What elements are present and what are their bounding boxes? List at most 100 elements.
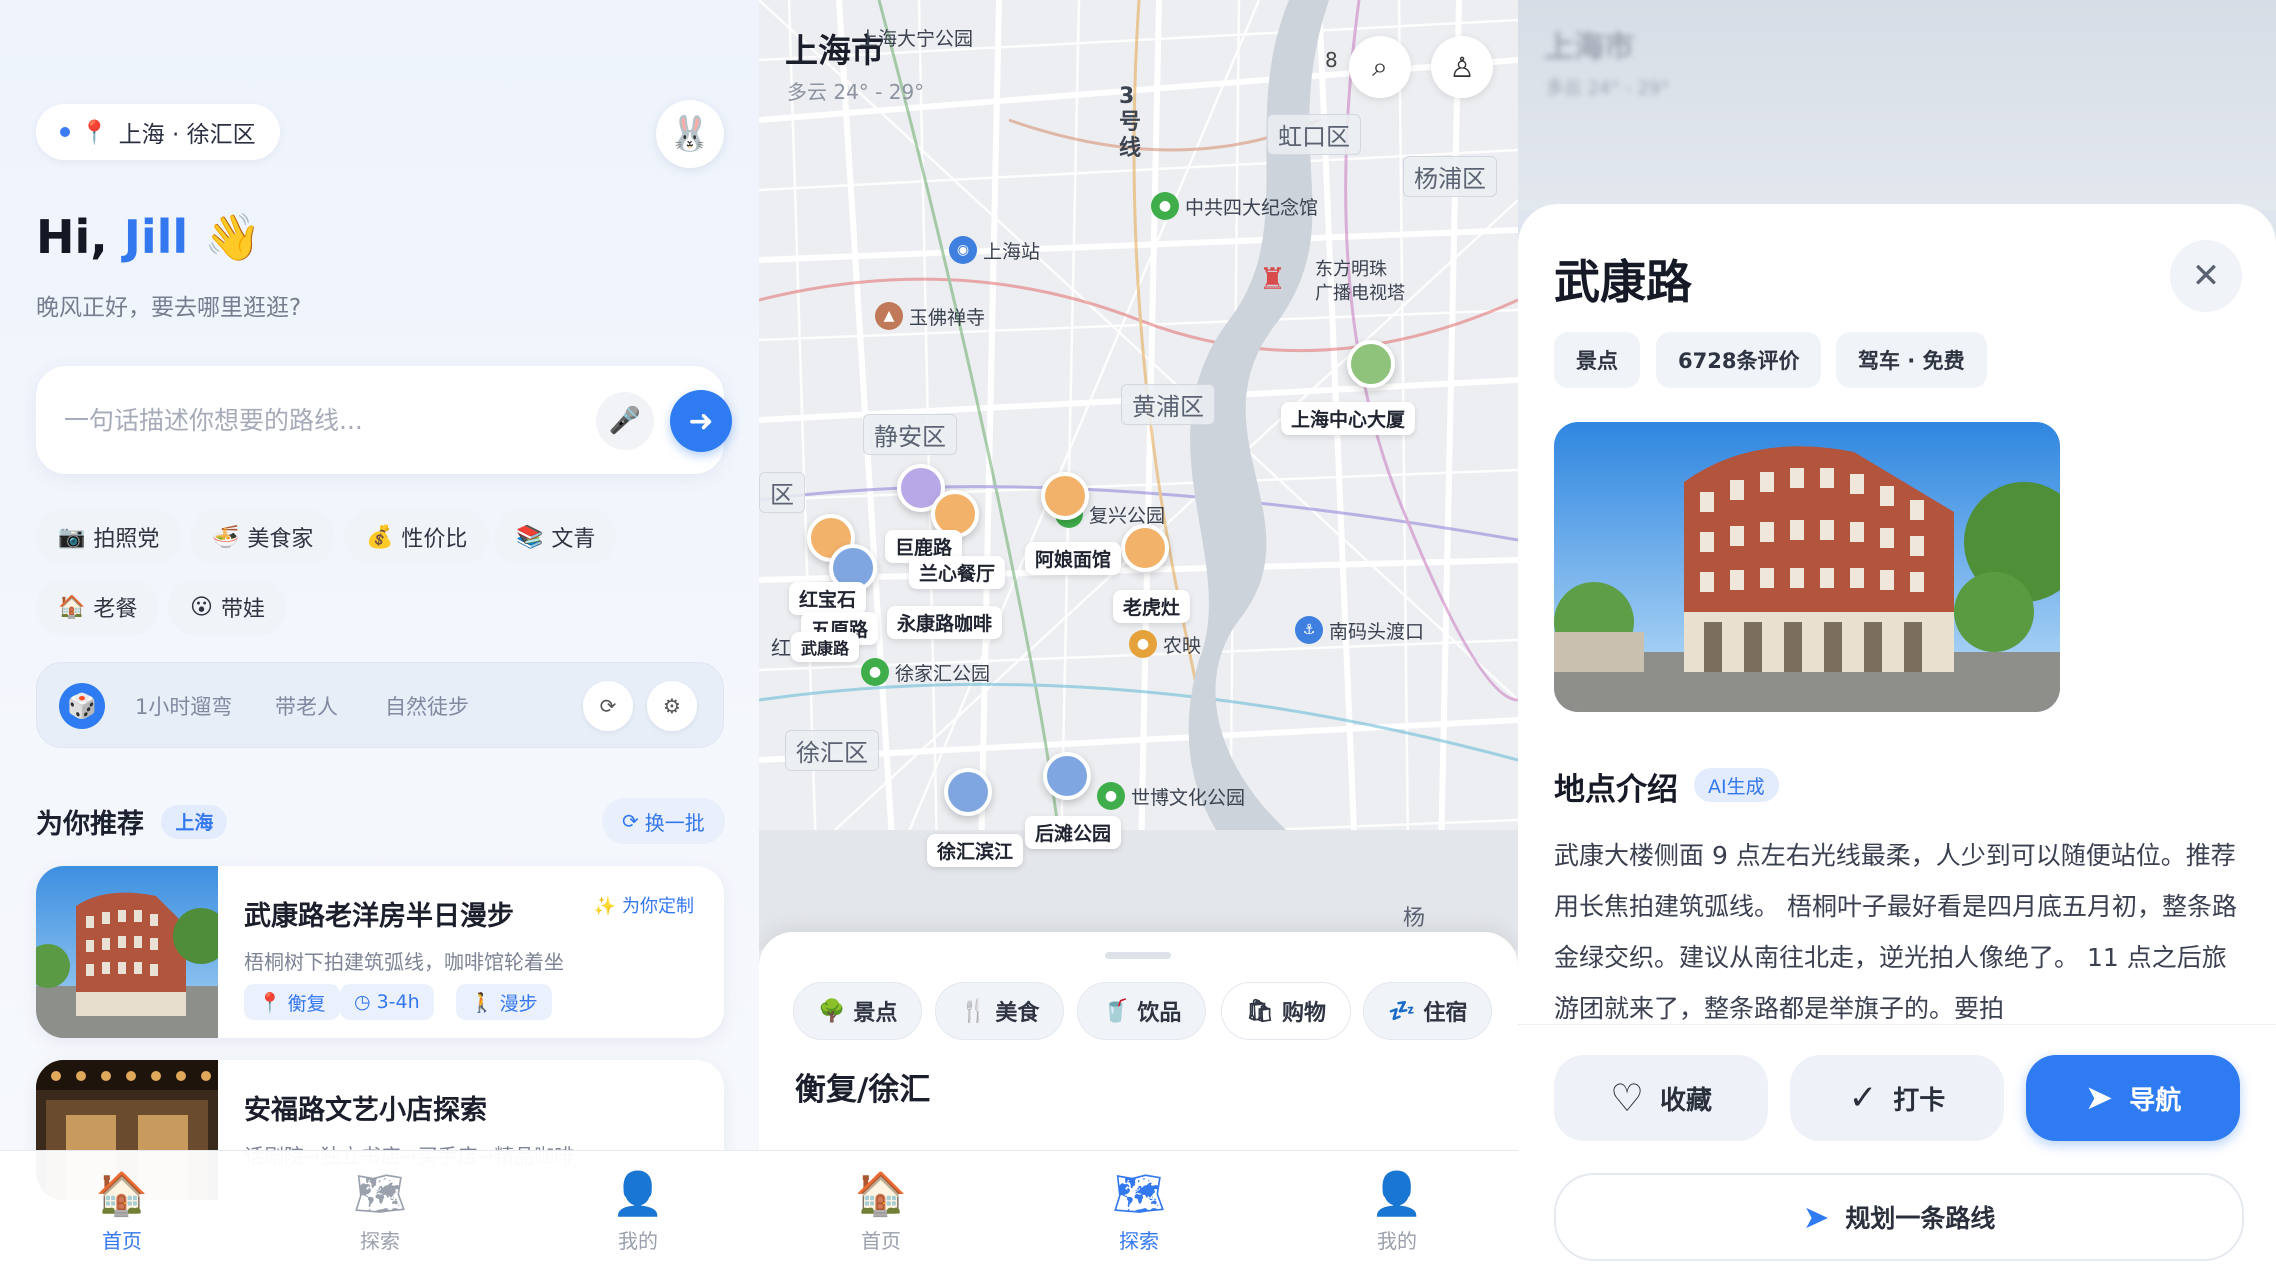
poi-jade-buddha[interactable]: ▲ 玉佛禅寺	[875, 302, 985, 330]
tab-mine[interactable]: 👤 我的	[568, 1169, 708, 1254]
tab-explore[interactable]: 🗺 探索	[1069, 1169, 1209, 1254]
tab-label: 首页	[861, 1229, 901, 1253]
map-marker[interactable]	[944, 768, 992, 816]
send-arrow-button[interactable]: ➜	[670, 390, 732, 452]
place-description: 武康大楼侧面 9 点左右光线最柔，人少到可以随便站位。推荐用长焦拍建筑弧线。 梧…	[1554, 841, 2237, 1023]
user-icon[interactable]: ♙	[1431, 36, 1493, 98]
tab-home[interactable]: 🏠 首页	[52, 1169, 192, 1254]
category-scenic[interactable]: 🌳 景点	[793, 982, 923, 1040]
area-title: 衡复/徐汇	[795, 1072, 931, 1108]
fork-knife-icon: 🍴	[960, 998, 988, 1024]
blurred-map-background: 上海市 多云 24° - 29°	[1518, 0, 2276, 210]
navigate-button[interactable]: ➤ 导航	[2026, 1055, 2240, 1141]
user-name: Jill	[123, 210, 189, 264]
detail-panel: 武康路 ✕ 景点 6728条评价 驾车 · 免费 地点介绍 AI生成 武康大楼侧…	[1518, 204, 2276, 1280]
category-food[interactable]: 🍴 美食	[935, 982, 1065, 1040]
poi-daning-park[interactable]: 上海大宁公园	[859, 24, 973, 51]
map-label[interactable]: 后滩公园	[1025, 816, 1122, 849]
map-label[interactable]: 红宝石	[789, 582, 867, 615]
map-label[interactable]: 老虎灶	[1113, 590, 1191, 623]
avatar[interactable]: 🐰	[656, 100, 724, 168]
chip-kids[interactable]: 😮 带娃	[168, 578, 287, 636]
map-marker[interactable]	[1347, 340, 1395, 388]
sheet-drag-handle[interactable]	[1105, 952, 1171, 959]
poi-fourth-congress[interactable]: ● 中共四大纪念馆	[1151, 192, 1318, 220]
map-label[interactable]: 阿娘面馆	[1025, 542, 1122, 575]
refresh-icon[interactable]: ⟳	[583, 681, 633, 731]
poi-label: 玉佛禅寺	[909, 306, 986, 329]
tab-mine[interactable]: 👤 我的	[1327, 1169, 1467, 1254]
poi-label: 中共四大纪念馆	[1185, 196, 1319, 219]
plan-route-button[interactable]: ➤ 规划一条路线	[1554, 1173, 2244, 1261]
category-label: 购物	[1281, 1001, 1326, 1026]
gear-icon[interactable]: ⚙	[647, 681, 697, 731]
ghost-weather: 多云 24° - 29°	[1546, 78, 1670, 99]
route-search-box: 🎤 ➜	[36, 366, 732, 474]
place-photo[interactable]	[1554, 422, 2060, 712]
refresh-batch-button[interactable]: ⟳ 换一批	[602, 798, 725, 844]
poi-shanghai-station[interactable]: ◉ 上海站	[949, 236, 1040, 264]
map-marker[interactable]	[1121, 524, 1169, 572]
route-search-input[interactable]	[64, 396, 564, 444]
quick-option-elderly[interactable]: 带老人	[275, 691, 338, 721]
anchor-icon: ⚓	[1295, 616, 1323, 644]
drink-icon: 🥤	[1102, 998, 1130, 1024]
district-label: 区	[759, 472, 805, 513]
books-icon: 📚	[516, 524, 544, 550]
tab-explore[interactable]: 🗺 探索	[310, 1169, 450, 1254]
category-lodging[interactable]: 💤 住宿	[1363, 982, 1493, 1040]
poi-nanmatou[interactable]: ⚓ 南码头渡口	[1295, 616, 1424, 644]
poi-pearl-tower[interactable]: 东方明珠 广播电视塔	[1315, 258, 1405, 306]
poi-label: 复兴公园	[1089, 504, 1166, 527]
chip-value[interactable]: 💰 性价比	[344, 508, 490, 566]
tab-label: 探索	[1119, 1229, 1159, 1253]
chip-label: 性价比	[401, 527, 468, 552]
food-icon: ●	[1129, 630, 1157, 658]
person-icon: 👤	[611, 1169, 665, 1218]
refresh-label: 换一批	[644, 810, 705, 835]
duration-tag: ◷ 3-4h	[340, 984, 434, 1020]
category-drinks[interactable]: 🥤 饮品	[1077, 982, 1207, 1040]
poi-label: 上海大宁公园	[859, 28, 974, 50]
area-tag: 📍 衡复	[244, 984, 340, 1020]
category-shopping[interactable]: 🛍 购物	[1221, 982, 1351, 1040]
search-icon[interactable]: ⌕	[1349, 36, 1411, 98]
clock-icon: ◷	[354, 991, 371, 1013]
location-pill[interactable]: 📍 上海 · 徐汇区	[36, 104, 280, 160]
map-marker[interactable]	[1041, 472, 1089, 520]
map-marker[interactable]	[1043, 752, 1091, 800]
place-title: 武康路	[1554, 255, 1692, 309]
quick-option-hike[interactable]: 自然徒步	[385, 691, 469, 721]
metro-line-label: 3号线	[1119, 84, 1142, 161]
favorite-button[interactable]: ♡ 收藏	[1554, 1055, 1768, 1141]
map-label[interactable]: 上海中心大厦	[1281, 402, 1416, 435]
chip-food[interactable]: 🍜 美食家	[190, 508, 336, 566]
chip-literary[interactable]: 📚 文青	[494, 508, 618, 566]
route-title: 武康路老洋房半日漫步	[244, 901, 514, 932]
map-weather: 多云 24° - 29°	[787, 80, 925, 104]
quick-option-walk[interactable]: 1小时遛弯	[135, 691, 232, 721]
chip-label: 文青	[551, 527, 596, 552]
map-label[interactable]: 永康路咖啡	[887, 606, 1003, 639]
chip-elderly[interactable]: 🏠 老餐	[36, 578, 160, 636]
close-icon[interactable]: ✕	[2170, 240, 2242, 312]
poi-nongying[interactable]: ● 农映	[1129, 630, 1201, 658]
map-label[interactable]: 徐汇滨江	[927, 834, 1024, 867]
route-card[interactable]: 武康路老洋房半日漫步 ✨ 为你定制 梧桐树下拍建筑弧线，咖啡馆轮着坐 📍 衡复 ◷…	[36, 866, 724, 1038]
poi-xujiahui-park[interactable]: ● 徐家汇公园	[861, 658, 990, 686]
dice-icon[interactable]: 🎲	[59, 683, 105, 729]
chip-label: 老餐	[93, 597, 138, 622]
microphone-icon[interactable]: 🎤	[596, 392, 654, 450]
map-label[interactable]: 兰心餐厅	[909, 556, 1006, 589]
ai-generated-tag: AI生成	[1694, 768, 1779, 802]
tab-home[interactable]: 🏠 首页	[811, 1169, 951, 1254]
park-icon: ●	[1097, 782, 1125, 810]
wave-icon: 👋	[204, 210, 262, 264]
chip-label: 美食家	[247, 527, 314, 552]
poi-expo-park[interactable]: ● 世博文化公园	[1097, 782, 1245, 810]
checkin-button[interactable]: ✓ 打卡	[1790, 1055, 2004, 1141]
chip-photo[interactable]: 📷 拍照党	[36, 508, 182, 566]
navigation-arrow-icon: ➤	[1802, 1198, 1830, 1236]
reviews-tag[interactable]: 6728条评价	[1656, 332, 1822, 388]
map-label[interactable]: 武康路	[791, 632, 860, 662]
